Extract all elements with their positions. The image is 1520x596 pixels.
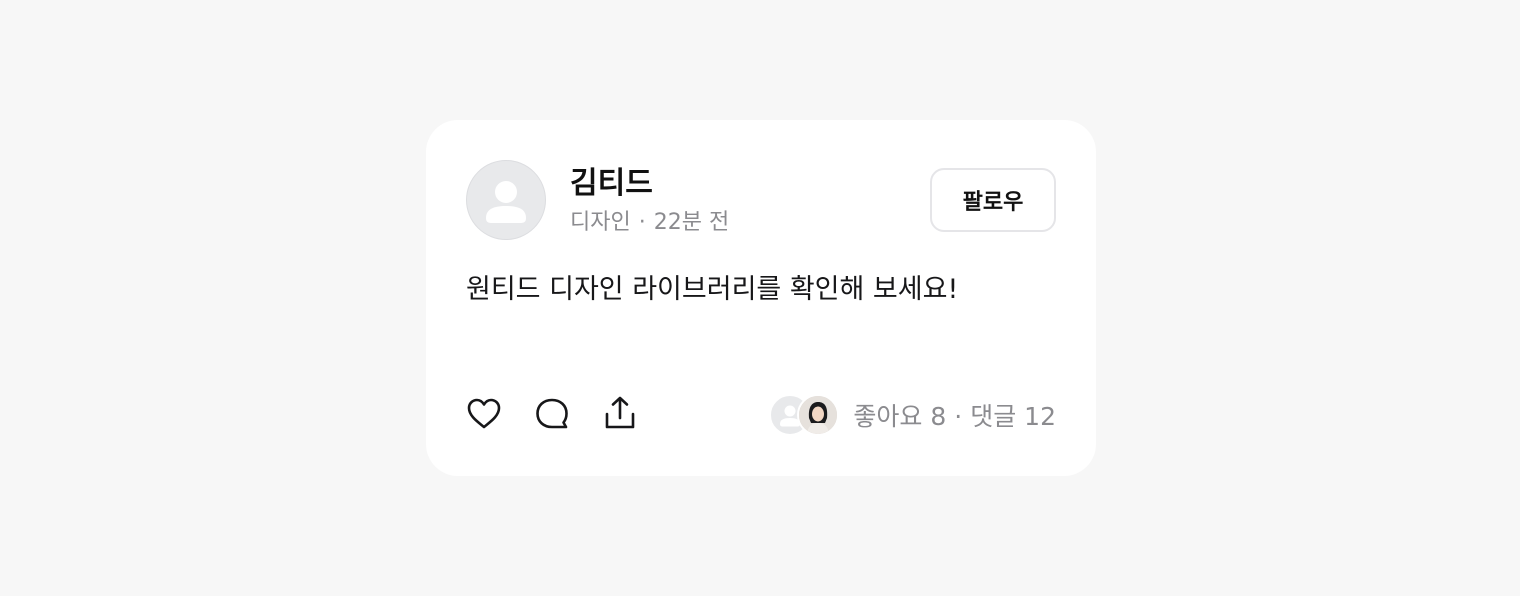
- post-content: 원티드 디자인 라이브러리를 확인해 보세요!: [466, 274, 959, 305]
- liker-avatars[interactable]: [769, 394, 840, 436]
- stats-text: 좋아요 8 · 댓글 12: [853, 397, 1056, 433]
- comment-count[interactable]: 댓글 12: [970, 402, 1056, 431]
- author-avatar[interactable]: [466, 160, 546, 240]
- post-time: 22분 전: [653, 210, 730, 235]
- post-card: 김티드 디자인 · 22분 전 팔로우 원티드 디자인 라이브러리를 확인해 보세요…: [426, 120, 1096, 476]
- share-icon[interactable]: [602, 394, 638, 434]
- author-name[interactable]: 김티드: [570, 164, 653, 204]
- person-icon: [486, 181, 526, 223]
- meta-separator: ·: [638, 210, 646, 235]
- like-count[interactable]: 좋아요 8: [853, 402, 946, 431]
- liker-avatar: [797, 394, 840, 436]
- reaction-stats: 좋아요 8 · 댓글 12: [769, 394, 1056, 436]
- post-meta: 디자인 · 22분 전: [570, 208, 729, 238]
- stats-separator: ·: [954, 402, 963, 431]
- post-category: 디자인: [570, 210, 631, 235]
- comment-icon[interactable]: [534, 394, 570, 434]
- follow-button[interactable]: 팔로우: [930, 168, 1056, 232]
- user-photo-icon: [799, 396, 838, 434]
- heart-icon[interactable]: [466, 394, 502, 434]
